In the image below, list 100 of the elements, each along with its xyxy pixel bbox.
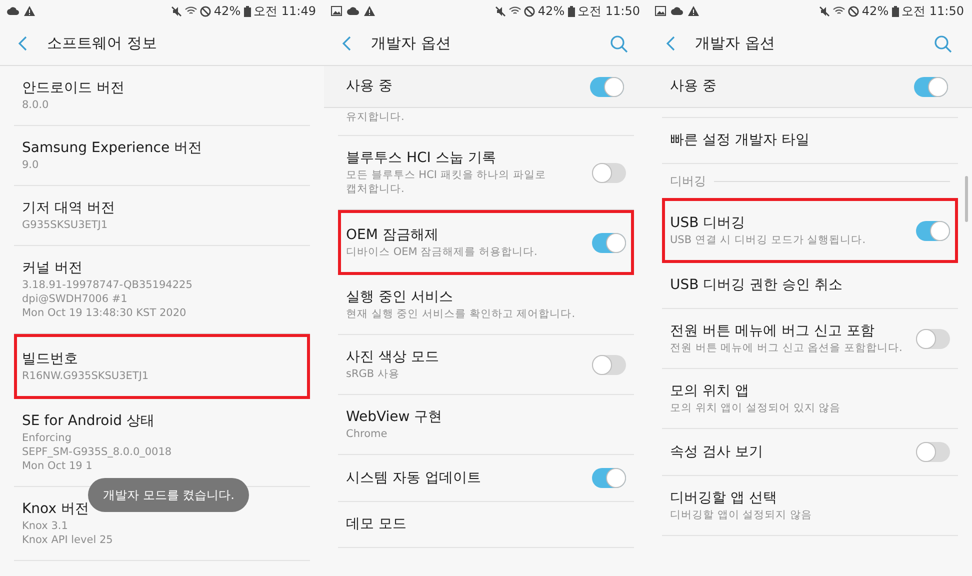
setting-row[interactable]: 빌드번호 R16NW.G935SKSU3ETJ1: [14, 334, 310, 399]
warning-icon: [364, 6, 375, 16]
setting-title: 기저 대역 버전: [22, 199, 116, 218]
setting-subtitle: Knox 3.1: [22, 519, 69, 533]
setting-row[interactable]: 데모 모드: [338, 502, 634, 548]
setting-title: OEM 잠금해제: [346, 226, 440, 245]
setting-row[interactable]: USB 디버깅 권한 승인 취소: [662, 263, 958, 309]
setting-subtitle: 3.18.91-19978747-QB35194225: [22, 278, 194, 292]
setting-row[interactable]: 블루투스 HCI 스눕 기록 모든 블루투스 HCI 패킷을 하나의 파일로 캡처합니다.: [338, 136, 634, 210]
setting-subtitle: Mon Oct 19 1: [22, 459, 94, 473]
setting-title: Knox 버전: [22, 500, 90, 519]
setting-title: 전원 버튼 메뉴에 버그 신고 포함: [670, 322, 876, 341]
setting-subtitle: Knox API level 25: [22, 533, 114, 547]
setting-subtitle: 캡처합니다.: [346, 182, 406, 196]
setting-row[interactable]: WebView 구현 Chrome: [338, 395, 634, 455]
setting-subtitle: 모든 블루투스 HCI 패킷을 하나의 파일로: [346, 168, 548, 182]
setting-subtitle: USB 연결 시 디버깅 모드가 실행됩니다.: [670, 233, 867, 247]
toggle-switch[interactable]: [592, 468, 626, 488]
setting-row[interactable]: 전원 버튼 메뉴에 버그 신고 포함 전원 버튼 메뉴에 버그 신고 옵션을 포함합니다.: [662, 309, 958, 369]
setting-title: 안드로이드 버전: [22, 79, 126, 98]
setting-row[interactable]: 사진 색상 모드 sRGB 사용: [338, 335, 634, 395]
setting-row[interactable]: Samsung Experience 버전 9.0: [14, 126, 310, 186]
wifi-icon: [832, 6, 845, 16]
setting-row[interactable]: OEM 잠금해제 디바이스 OEM 잠금해제를 허용합니다.: [338, 210, 634, 275]
battery-icon: [892, 6, 899, 16]
battery-icon: [244, 6, 251, 16]
setting-title: USB 디버깅: [670, 214, 746, 233]
wifi-icon: [508, 6, 521, 16]
toggle-switch[interactable]: [592, 162, 626, 182]
toggle-switch[interactable]: [592, 232, 626, 252]
clock-time: 오전 11:49: [254, 3, 316, 20]
setting-title: 속성 검사 보기: [670, 442, 764, 462]
setting-title: 블루투스 HCI 스눕 기록: [346, 149, 497, 168]
screen-title: 개발자 옵션: [695, 33, 776, 54]
setting-row[interactable]: 기저 대역 버전 G935SKSU3ETJ1: [14, 186, 310, 246]
cloud-icon: [347, 7, 359, 15]
setting-subtitle: G935SKSU3ETJ1: [22, 218, 109, 232]
setting-title: 사용 중: [346, 77, 392, 96]
battery-percent: 42%: [214, 3, 241, 20]
master-switch-row[interactable]: 사용 중: [648, 66, 972, 108]
blocked-icon: [848, 6, 859, 16]
setting-row[interactable]: 속성 검사 보기: [662, 429, 958, 476]
setting-subtitle: 9.0: [22, 158, 40, 172]
setting-title: 빠른 설정 개발자 타일: [670, 131, 810, 150]
toggle-switch[interactable]: [590, 76, 624, 96]
setting-row[interactable]: 커널 버전 3.18.91-19978747-QB35194225 dpi@SWDH7006 #1 Mon Oct 19 13:48:30 KST 2020: [14, 246, 310, 334]
setting-row[interactable]: 디버깅할 앱 선택 디버깅할 앱이 설정되지 않음: [662, 476, 958, 536]
setting-subtitle: Enforcing: [22, 431, 73, 445]
setting-row[interactable]: USB 디버깅 USB 연결 시 디버깅 모드가 실행됩니다.: [662, 198, 958, 263]
toggle-switch[interactable]: [916, 220, 950, 240]
setting-row[interactable]: 시스템 자동 업데이트: [338, 455, 634, 502]
setting-subtitle: 유지합니다.: [346, 110, 406, 124]
image-icon: [331, 6, 342, 16]
mute-icon: [494, 6, 506, 16]
cloud-icon: [7, 7, 19, 15]
setting-subtitle: 8.0.0: [22, 98, 50, 112]
blocked-icon: [524, 6, 535, 16]
setting-title: 시스템 자동 업데이트: [346, 468, 482, 488]
setting-subtitle: 디버깅할 앱이 설정되지 않음: [670, 508, 814, 522]
setting-title: 빌드번호: [22, 350, 79, 369]
setting-subtitle: 현재 실행 중인 서비스를 확인하고 제어합니다.: [346, 307, 576, 321]
toggle-switch[interactable]: [592, 354, 626, 374]
toggle-switch[interactable]: [916, 442, 950, 462]
toggle-switch[interactable]: [914, 76, 948, 96]
toggle-switch[interactable]: [916, 328, 950, 348]
clock-time: 오전 11:50: [902, 3, 964, 20]
setting-title: 데모 모드: [346, 515, 408, 534]
image-icon: [655, 6, 666, 16]
warning-icon: [24, 6, 35, 16]
setting-title: 사진 색상 모드: [346, 348, 440, 367]
developer-mode-toast: 개발자 모드를 켰습니다.: [88, 478, 250, 512]
mute-icon: [170, 6, 182, 16]
setting-title: SE for Android 상태: [22, 412, 156, 431]
blocked-icon: [200, 6, 211, 16]
setting-row[interactable]: 빠른 설정 개발자 타일: [662, 118, 958, 164]
search-icon[interactable]: [934, 34, 952, 52]
setting-row[interactable]: 실행 중인 서비스 현재 실행 중인 서비스를 확인하고 제어합니다.: [338, 275, 634, 335]
setting-title: WebView 구현: [346, 408, 444, 427]
wifi-icon: [184, 6, 197, 16]
setting-subtitle: SEPF_SM-G935S_8.0.0_0018: [22, 445, 173, 459]
setting-subtitle: 모의 위치 앱이 설정되어 있지 않음: [670, 401, 842, 415]
search-icon[interactable]: [610, 34, 628, 52]
warning-icon: [688, 6, 699, 16]
setting-title: 사용 중: [670, 77, 716, 96]
setting-title: USB 디버깅 권한 승인 취소: [670, 276, 844, 295]
setting-subtitle: 전원 버튼 메뉴에 버그 신고 옵션을 포함합니다.: [670, 341, 904, 355]
setting-row[interactable]: 모의 위치 앱 모의 위치 앱이 설정되어 있지 않음: [662, 369, 958, 429]
setting-subtitle: R16NW.G935SKSU3ETJ1: [22, 369, 150, 383]
setting-title: Samsung Experience 버전: [22, 139, 204, 158]
setting-row[interactable]: 안드로이드 버전 8.0.0: [14, 66, 310, 126]
scrollbar-thumb: [965, 176, 968, 222]
setting-title: 실행 중인 서비스: [346, 288, 454, 307]
setting-title: 커널 버전: [22, 259, 84, 278]
battery-percent: 42%: [862, 3, 889, 20]
setting-subtitle: 디바이스 OEM 잠금해제를 허용합니다.: [346, 245, 538, 259]
screen-title: 소프트웨어 정보: [47, 33, 158, 54]
screen-title: 개발자 옵션: [371, 33, 452, 54]
master-switch-row[interactable]: 사용 중: [324, 66, 648, 108]
category-label: 디버깅: [670, 173, 706, 190]
setting-subtitle: sRGB 사용: [346, 367, 400, 381]
